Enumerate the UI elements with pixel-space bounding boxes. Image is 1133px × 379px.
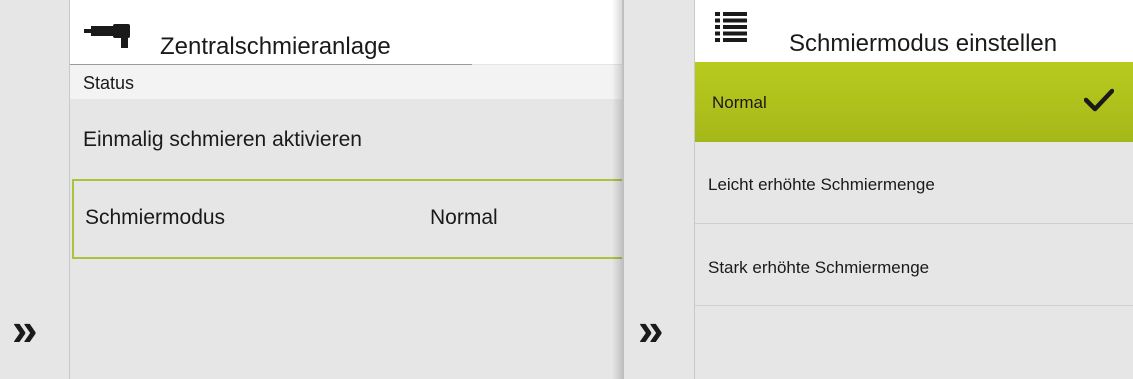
checkmark-icon — [1084, 88, 1114, 112]
activate-single-lubrication-item[interactable]: Einmalig schmieren aktivieren — [83, 128, 362, 152]
left-header-title: Zentralschmieranlage — [160, 33, 391, 60]
right-expand-chevron-icon[interactable]: » — [638, 306, 664, 352]
lubrication-mode-label: Schmiermodus — [85, 206, 226, 229]
grease-gun-icon — [84, 24, 130, 48]
option-normal-label: Normal — [712, 93, 767, 112]
left-header: Zentralschmieranlage — [70, 0, 622, 64]
status-label: Status — [83, 73, 135, 93]
option-slightly-increased-label: Leicht erhöhte Schmiermenge — [708, 175, 935, 194]
list-icon — [715, 12, 747, 42]
status-section-bar — [70, 65, 622, 99]
right-header-title: Schmiermodus einstellen — [789, 30, 1058, 57]
option-strongly-increased-label: Stark erhöhte Schmiermenge — [708, 258, 930, 277]
panel-divider-shadow — [612, 0, 624, 379]
lubrication-mode-value: Normal — [430, 206, 498, 229]
right-header: Schmiermodus einstellen — [695, 0, 1133, 62]
left-expand-chevron-icon[interactable]: » — [12, 306, 38, 352]
